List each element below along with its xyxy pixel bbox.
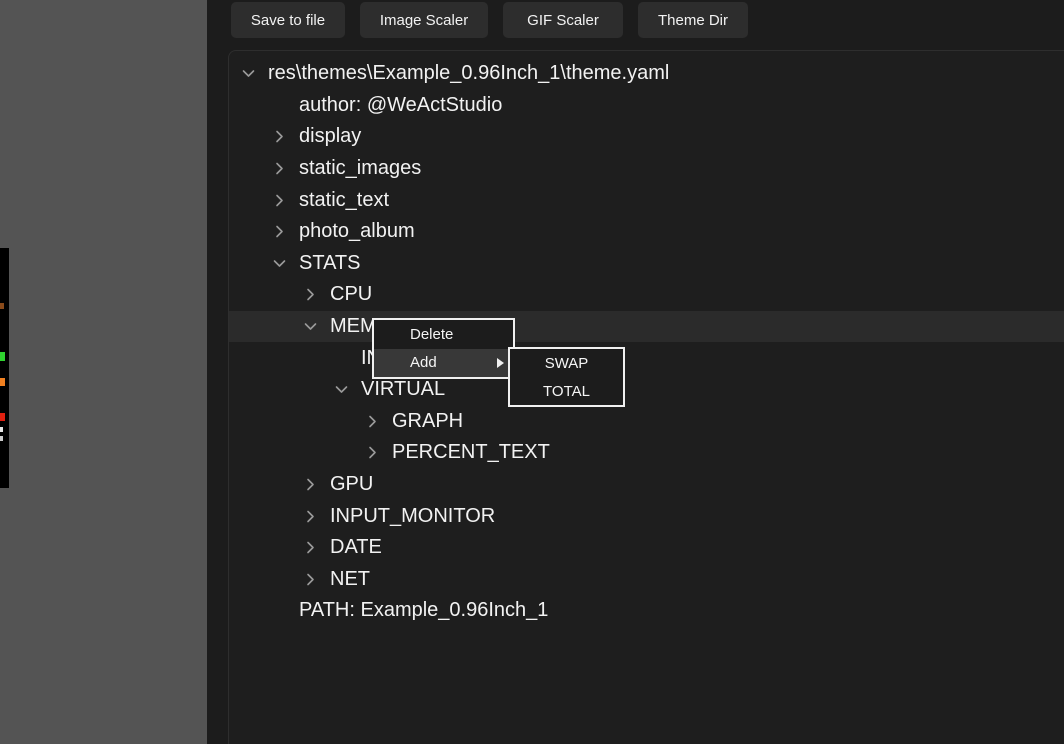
tree-item-label: PATH: Example_0.96Inch_1 xyxy=(299,599,548,622)
chevron-right-icon[interactable] xyxy=(271,160,288,177)
chevron-right-icon[interactable] xyxy=(271,223,288,240)
tree-item-label: author: @WeActStudio xyxy=(299,94,502,117)
editor-panel: Save to file Image Scaler GIF Scaler The… xyxy=(207,0,1064,744)
preview-pixel xyxy=(0,413,5,421)
chevron-down-icon[interactable] xyxy=(271,255,288,272)
chevron-right-icon[interactable] xyxy=(302,571,319,588)
chevron-spacer xyxy=(333,350,350,367)
chevron-right-icon[interactable] xyxy=(364,413,381,430)
tree-item-label: CPU xyxy=(330,283,372,306)
tree-item-static-images[interactable]: static_images xyxy=(229,153,1064,185)
tree-item-label: GRAPH xyxy=(392,410,463,433)
context-menu-item-label: Add xyxy=(410,354,437,371)
save-to-file-button[interactable]: Save to file xyxy=(231,2,345,38)
tree-item-label: photo_album xyxy=(299,220,415,243)
tree-item-input-monitor[interactable]: INPUT_MONITOR xyxy=(229,500,1064,532)
preview-pixel xyxy=(0,303,4,309)
chevron-right-icon[interactable] xyxy=(302,286,319,303)
theme-preview-thumbnail[interactable] xyxy=(0,248,9,488)
app-window: Save to file Image Scaler GIF Scaler The… xyxy=(0,0,1064,744)
left-gray-panel xyxy=(0,0,207,744)
chevron-right-icon[interactable] xyxy=(271,192,288,209)
tree-item-in[interactable]: IN xyxy=(229,342,1064,374)
submenu-arrow-icon xyxy=(497,358,504,368)
tree-item-label: static_images xyxy=(299,157,421,180)
tree-item-stats[interactable]: STATS xyxy=(229,248,1064,280)
tree-item-static-text[interactable]: static_text xyxy=(229,184,1064,216)
chevron-right-icon[interactable] xyxy=(302,476,319,493)
gif-scaler-button[interactable]: GIF Scaler xyxy=(503,2,623,38)
tree-item-net[interactable]: NET xyxy=(229,564,1064,596)
tree-item-label: VIRTUAL xyxy=(361,378,445,401)
chevron-right-icon[interactable] xyxy=(302,539,319,556)
chevron-spacer xyxy=(271,97,288,114)
tree-item-res-themes-example-0-96inch-1-theme-yaml[interactable]: res\themes\Example_0.96Inch_1\theme.yaml xyxy=(229,58,1064,90)
chevron-down-icon[interactable] xyxy=(333,381,350,398)
tree-item-cpu[interactable]: CPU xyxy=(229,279,1064,311)
context-menu-item-label: Delete xyxy=(410,326,453,343)
add-submenu: SWAPTOTAL xyxy=(508,347,625,407)
theme-tree: res\themes\Example_0.96Inch_1\theme.yaml… xyxy=(229,58,1064,627)
tree-item-mem[interactable]: MEM xyxy=(229,311,1064,343)
preview-pixel xyxy=(0,352,5,361)
tree-item-label: display xyxy=(299,125,361,148)
tree-item-path-example-0-96inch-1[interactable]: PATH: Example_0.96Inch_1 xyxy=(229,595,1064,627)
toolbar: Save to file Image Scaler GIF Scaler The… xyxy=(231,2,748,38)
theme-dir-button[interactable]: Theme Dir xyxy=(638,2,748,38)
submenu-item-total[interactable]: TOTAL xyxy=(510,377,623,405)
tree-item-label: NET xyxy=(330,568,370,591)
tree-item-virtual[interactable]: VIRTUAL xyxy=(229,374,1064,406)
preview-pixel xyxy=(0,436,3,441)
tree-item-label: DATE xyxy=(330,536,382,559)
theme-tree-panel: res\themes\Example_0.96Inch_1\theme.yaml… xyxy=(228,50,1064,744)
tree-item-display[interactable]: display xyxy=(229,121,1064,153)
chevron-down-icon[interactable] xyxy=(302,318,319,335)
chevron-right-icon[interactable] xyxy=(302,508,319,525)
context-menu-item-delete[interactable]: Delete xyxy=(374,320,513,349)
chevron-right-icon[interactable] xyxy=(271,128,288,145)
context-menu: Delete Add xyxy=(372,318,515,379)
tree-item-label: PERCENT_TEXT xyxy=(392,441,550,464)
tree-item-percent-text[interactable]: PERCENT_TEXT xyxy=(229,437,1064,469)
chevron-down-icon[interactable] xyxy=(240,65,257,82)
tree-item-photo-album[interactable]: photo_album xyxy=(229,216,1064,248)
tree-item-label: INPUT_MONITOR xyxy=(330,505,495,528)
preview-pixel xyxy=(0,378,5,386)
context-menu-item-add[interactable]: Add xyxy=(374,349,513,378)
chevron-spacer xyxy=(271,602,288,619)
tree-item-label: MEM xyxy=(330,315,377,338)
tree-item-author-weactstudio[interactable]: author: @WeActStudio xyxy=(229,90,1064,122)
preview-pixel xyxy=(0,427,3,432)
tree-item-date[interactable]: DATE xyxy=(229,532,1064,564)
image-scaler-button[interactable]: Image Scaler xyxy=(360,2,488,38)
chevron-right-icon[interactable] xyxy=(364,444,381,461)
tree-item-gpu[interactable]: GPU xyxy=(229,469,1064,501)
tree-item-label: STATS xyxy=(299,252,360,275)
tree-item-label: static_text xyxy=(299,189,389,212)
tree-item-graph[interactable]: GRAPH xyxy=(229,406,1064,438)
tree-item-label: res\themes\Example_0.96Inch_1\theme.yaml xyxy=(268,62,669,85)
submenu-item-swap[interactable]: SWAP xyxy=(510,349,623,377)
tree-item-label: GPU xyxy=(330,473,373,496)
